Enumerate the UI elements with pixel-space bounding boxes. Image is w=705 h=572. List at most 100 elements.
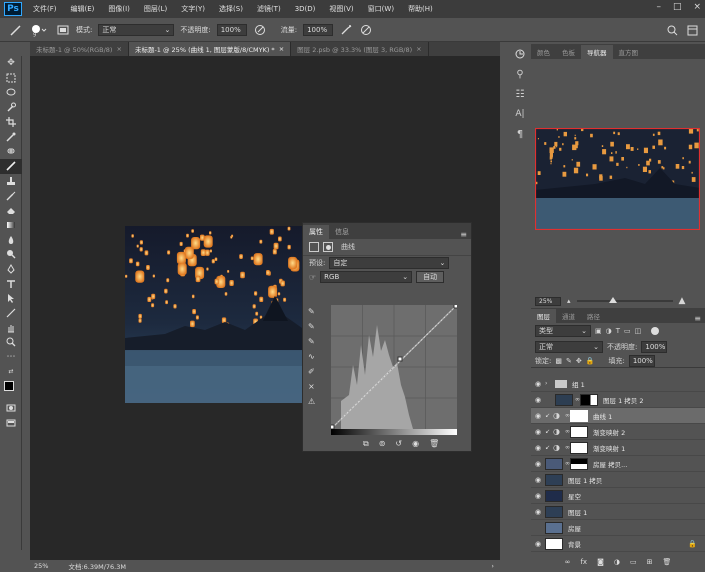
eyedropper-icon[interactable] [0,129,22,144]
tab-document-3[interactable]: 图层 2.psb @ 33.3% (图层 3, RGB/8) × [291,42,429,56]
paragraph-panel-icon[interactable]: ¶ [509,124,531,144]
layer-style-icon[interactable]: fx [580,558,587,570]
line-tool-icon[interactable] [0,306,22,321]
dodge-tool-icon[interactable] [0,247,22,262]
color-swatches[interactable] [0,379,22,401]
eye-icon[interactable]: ◉ [531,412,545,420]
brush-preset-picker[interactable]: 9 [28,23,50,37]
minimize-icon[interactable]: – [656,2,661,12]
menu-image[interactable]: 图像(I) [101,4,137,14]
swap-colors-icon[interactable]: ⇄ [0,364,22,379]
layer-row-group[interactable]: ◉ › 组 1 [531,376,705,392]
visibility-icon[interactable]: ◉ [412,439,419,449]
type-tool-icon[interactable] [0,276,22,291]
airbrush-icon[interactable] [339,23,353,37]
brush-tool-icon[interactable] [8,23,22,37]
clipping-warning-icon[interactable]: ⚠ [308,397,322,406]
history-panel-icon[interactable] [509,44,531,64]
filter-type-icon[interactable]: T [616,327,620,335]
tab-swatches[interactable]: 色板 [556,45,581,59]
brush-tool-icon[interactable] [0,158,22,174]
new-group-icon[interactable]: ▭ [630,558,637,570]
tab-navigator[interactable]: 导航器 [581,45,613,59]
new-layer-icon[interactable]: ⊞ [647,558,653,570]
screen-mode-icon[interactable] [0,416,22,431]
layer-row[interactable]: ◉ ↙ ◑ ∞ 渐变映射 1 [531,440,705,456]
history-brush-icon[interactable] [0,188,22,203]
clone-stamp-icon[interactable] [0,174,22,189]
layer-opacity-field[interactable]: 100% [641,340,668,353]
layer-row[interactable]: ◉ 图层 1 拷贝 [531,472,705,488]
menu-edit[interactable]: 编辑(E) [64,4,102,14]
menu-select[interactable]: 选择(S) [212,4,250,14]
clip-to-layer-icon[interactable]: ⧉ [363,439,369,449]
pen-tool-icon[interactable] [0,262,22,277]
channel-select[interactable]: RGB ⌄ [320,271,413,283]
blur-tool-icon[interactable] [0,232,22,247]
menu-window[interactable]: 窗口(W) [361,4,401,14]
layer-row[interactable]: ◉ ↙ ◑ ∞ 渐变映射 2 [531,424,705,440]
mask-thumbnail[interactable] [570,425,588,438]
layer-row[interactable]: ◉ ∞ 房屋 拷贝... [531,456,705,472]
navigator-preview[interactable] [535,128,700,230]
curve-point[interactable] [453,305,457,309]
workspace-icon[interactable] [685,23,699,37]
mask-thumbnail[interactable] [580,393,598,406]
lock-pixels-icon[interactable]: ▩ [555,357,562,365]
path-select-icon[interactable] [0,291,22,306]
lock-position-icon[interactable]: ✥ [576,357,582,365]
filter-pixel-icon[interactable]: ▣ [595,327,602,335]
preset-select[interactable]: 自定 ⌄ [329,256,450,269]
new-adjustment-icon[interactable]: ◑ [614,558,620,570]
eye-icon[interactable]: ◉ [531,428,545,436]
brush-panel-icon[interactable]: ⚲ [509,64,531,84]
move-tool-icon[interactable]: ✥ [0,56,22,71]
quick-select-icon[interactable] [0,100,22,115]
menu-filter[interactable]: 滤镜(T) [250,4,288,14]
layer-row[interactable]: 房屋 [531,520,705,536]
delete-layer-icon[interactable]: 🗑 [662,558,671,570]
reset-icon[interactable]: ↺ [395,439,402,449]
tab-document-2[interactable]: 未标题-1 @ 25% (曲线 1, 图层蒙版/8/CMYK) * × [128,42,292,56]
filter-adjust-icon[interactable]: ◑ [606,327,612,335]
layer-row[interactable]: ◉ 图层 1 [531,504,705,520]
curve-point[interactable] [397,356,403,362]
zoom-out-icon[interactable]: ▴ [567,297,571,305]
menu-type[interactable]: 文字(Y) [174,4,212,14]
pressure-size-icon[interactable] [359,23,373,37]
menu-view[interactable]: 视图(V) [322,4,360,14]
tab-properties[interactable]: 属性 [303,225,329,239]
auto-button[interactable]: 自动 [416,271,445,283]
tab-color[interactable]: 颜色 [531,45,556,59]
maximize-icon[interactable]: □ [673,2,682,12]
tab-channels[interactable]: 通道 [556,309,581,323]
eye-icon[interactable]: ◉ [531,380,545,388]
link-layers-icon[interactable]: ∞ [565,558,571,570]
menu-layer[interactable]: 图层(L) [137,4,174,14]
eye-icon[interactable]: ◉ [531,492,545,500]
status-arrow-icon[interactable]: › [491,562,494,570]
healing-brush-icon[interactable] [0,144,22,159]
eye-icon[interactable]: ◉ [531,508,545,516]
lasso-tool-icon[interactable] [0,85,22,100]
hand-tool-icon[interactable] [0,320,22,335]
zoom-slider[interactable] [576,297,673,305]
panel-menu-icon[interactable]: ≡ [694,314,701,323]
foreground-color[interactable] [4,381,14,392]
menu-3d[interactable]: 3D(D) [288,5,323,13]
status-zoom[interactable]: 25% [34,562,48,570]
menu-file[interactable]: 文件(F) [26,4,64,14]
eye-icon[interactable]: ◉ [531,444,545,452]
adjustment-panel-icon[interactable]: ☷ [509,84,531,104]
filter-smart-icon[interactable]: ◫ [635,327,642,335]
eraser-icon[interactable] [0,203,22,218]
menu-help[interactable]: 帮助(H) [401,4,440,14]
character-panel-icon[interactable]: A| [509,104,531,124]
brush-panel-icon[interactable] [56,23,70,37]
close-icon[interactable]: × [693,2,701,12]
lock-all-icon[interactable]: 🔒 [586,357,595,365]
zoom-field[interactable]: 25% [535,296,561,306]
zoom-in-icon[interactable]: ▲ [679,296,686,306]
more-tools-icon[interactable]: ⋯ [0,350,22,365]
layer-row-background[interactable]: ◉ 背景 🔒 [531,536,705,552]
